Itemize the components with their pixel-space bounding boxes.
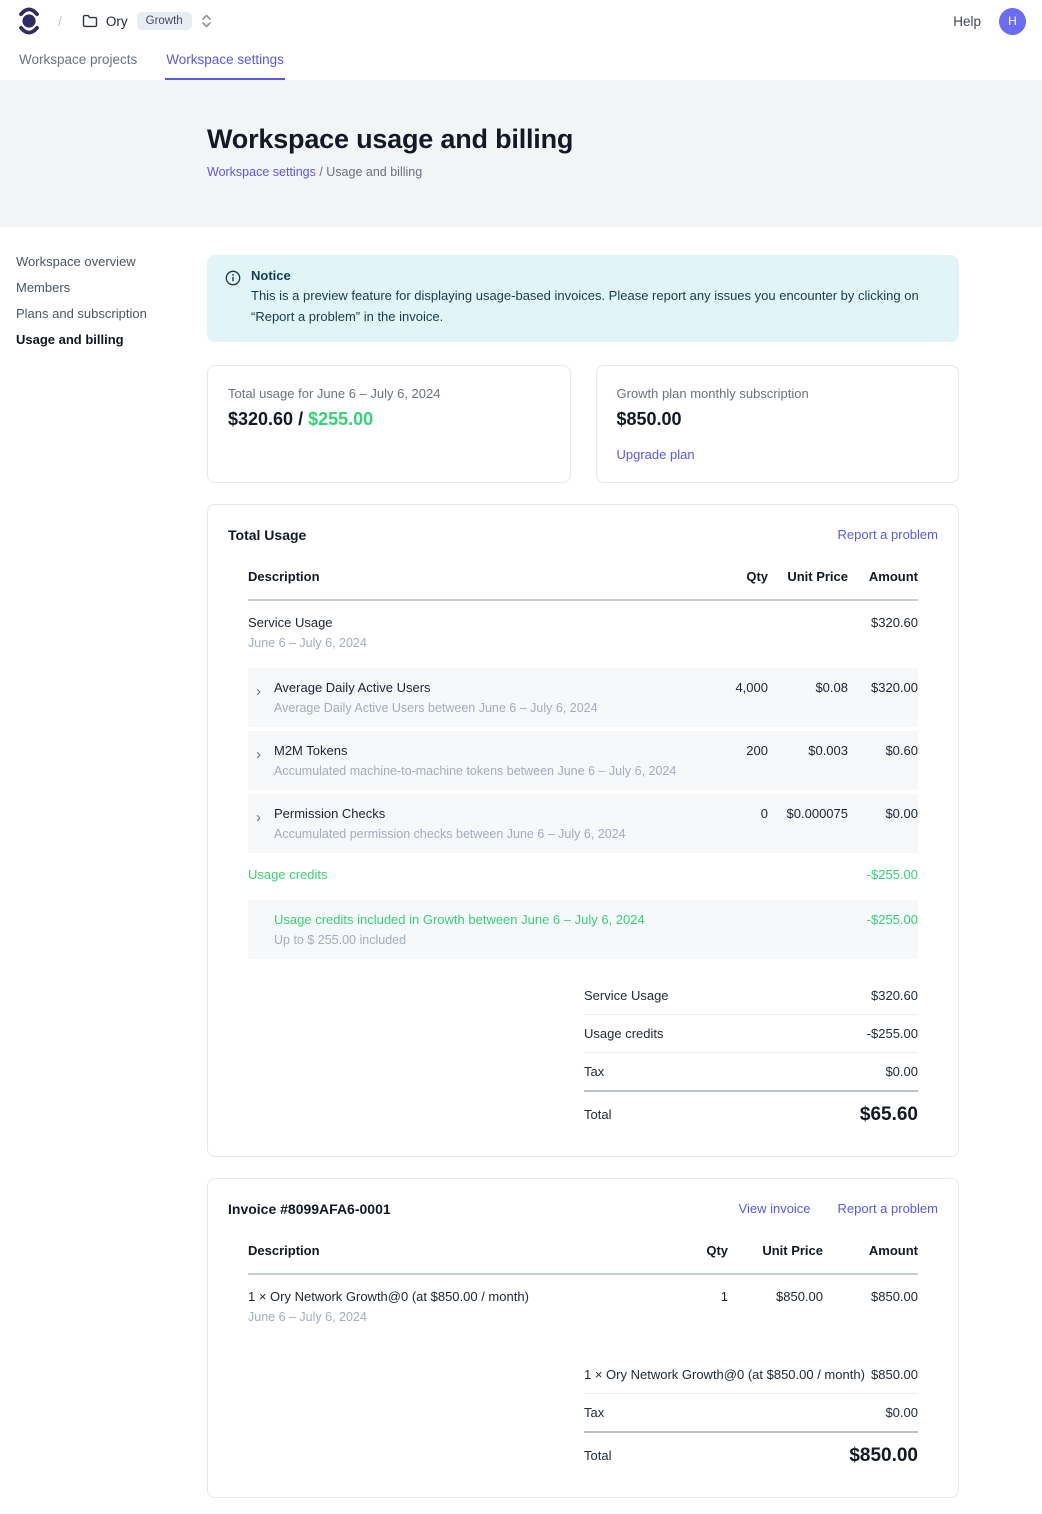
included-credits-amount: $255.00	[308, 409, 373, 429]
notice-title: Notice	[251, 268, 931, 283]
table-row-daily-active-users: › Average Daily Active Users Average Dai…	[248, 668, 918, 727]
workspace-tabs: Workspace projects Workspace settings	[0, 42, 1042, 80]
column-qty: Qty	[678, 569, 768, 584]
invoice-summary: 1 × Ory Network Growth@0 (at $850.00 / m…	[584, 1356, 918, 1471]
summary-row-total: Total$850.00	[584, 1431, 918, 1471]
total-usage-label: Total usage for June 6 – July 6, 2024	[228, 386, 550, 401]
preview-notice: Notice This is a preview feature for dis…	[207, 255, 959, 342]
table-row-usage-credits: Usage credits -$255.00	[248, 853, 918, 896]
table-row-service-usage: Service Usage June 6 – July 6, 2024 $320…	[248, 601, 918, 664]
column-qty: Qty	[658, 1243, 728, 1258]
page-header: Workspace usage and billing Workspace se…	[0, 80, 1042, 227]
breadcrumb: Workspace settings / Usage and billing	[207, 165, 1042, 179]
sidebar-item-plans-and-subscription[interactable]: Plans and subscription	[16, 307, 207, 321]
page-title: Workspace usage and billing	[207, 124, 1042, 155]
column-unit-price: Unit Price	[728, 1243, 823, 1258]
table-row-permission-checks: › Permission Checks Accumulated permissi…	[248, 794, 918, 853]
folder-icon	[82, 14, 98, 28]
column-description: Description	[248, 1243, 658, 1258]
info-icon	[225, 270, 241, 328]
sidebar-item-members[interactable]: Members	[16, 281, 207, 295]
tab-workspace-projects[interactable]: Workspace projects	[18, 44, 138, 80]
table-row-m2m-tokens: › M2M Tokens Accumulated machine-to-mach…	[248, 731, 918, 790]
notice-body: This is a preview feature for displaying…	[251, 286, 931, 328]
breadcrumb-separator: /	[58, 13, 62, 29]
help-link[interactable]: Help	[953, 14, 981, 29]
report-problem-link[interactable]: Report a problem	[838, 1201, 938, 1216]
plan-badge: Growth	[137, 12, 192, 30]
invoice-title: Invoice #8099AFA6-0001	[228, 1201, 739, 1217]
summary-row-tax: Tax$0.00	[584, 1052, 918, 1090]
breadcrumb-separator: /	[316, 165, 326, 179]
chevron-right-icon[interactable]: ›	[256, 750, 268, 760]
subscription-label: Growth plan monthly subscription	[617, 386, 939, 401]
column-description: Description	[248, 569, 678, 584]
report-problem-link[interactable]: Report a problem	[838, 527, 938, 542]
summary-row-plan: 1 × Ory Network Growth@0 (at $850.00 / m…	[584, 1356, 918, 1393]
invoice-card: Invoice #8099AFA6-0001 View invoice Repo…	[207, 1178, 959, 1498]
chevron-right-icon[interactable]: ›	[256, 687, 268, 697]
invoice-table-header: Description Qty Unit Price Amount	[248, 1233, 918, 1275]
column-amount: Amount	[848, 569, 918, 584]
usage-table-header: Description Qty Unit Price Amount	[248, 559, 918, 601]
summary-row-tax: Tax$0.00	[584, 1393, 918, 1431]
total-usage-card: Total usage for June 6 – July 6, 2024 $3…	[207, 365, 571, 483]
table-row-usage-credits-detail: Usage credits included in Growth between…	[248, 900, 918, 959]
view-invoice-link[interactable]: View invoice	[739, 1201, 811, 1216]
chevron-right-icon[interactable]: ›	[256, 813, 268, 823]
subscription-amount: $850.00	[617, 409, 939, 430]
usage-card-title: Total Usage	[228, 527, 838, 543]
summary-row-service-usage: Service Usage$320.60	[584, 977, 918, 1014]
summary-row-usage-credits: Usage credits-$255.00	[584, 1014, 918, 1052]
usage-summary: Service Usage$320.60 Usage credits-$255.…	[584, 977, 918, 1130]
avatar[interactable]: H	[999, 8, 1026, 35]
ory-logo-icon[interactable]	[18, 6, 40, 36]
summary-row-total: Total$65.60	[584, 1090, 918, 1130]
upgrade-plan-link[interactable]: Upgrade plan	[617, 447, 695, 462]
breadcrumb-current: Usage and billing	[326, 165, 422, 179]
tab-workspace-settings[interactable]: Workspace settings	[165, 44, 285, 80]
workspace-name[interactable]: Ory	[106, 14, 128, 29]
subscription-card: Growth plan monthly subscription $850.00…	[596, 365, 960, 483]
sidebar-item-usage-and-billing[interactable]: Usage and billing	[16, 333, 207, 347]
usage-invoice-card: Total Usage Report a problem Description…	[207, 504, 959, 1157]
breadcrumb-workspace-settings-link[interactable]: Workspace settings	[207, 165, 316, 179]
table-row-growth-plan: 1 × Ory Network Growth@0 (at $850.00 / m…	[248, 1275, 918, 1338]
top-bar: / Ory Growth Help H	[0, 0, 1042, 42]
column-unit-price: Unit Price	[768, 569, 848, 584]
settings-sidebar: Workspace overview Members Plans and sub…	[0, 255, 207, 1514]
workspace-switcher-chevrons-icon[interactable]	[201, 13, 212, 29]
total-usage-amount: $320.60 / $255.00	[228, 409, 550, 430]
sidebar-item-workspace-overview[interactable]: Workspace overview	[16, 255, 207, 269]
column-amount: Amount	[823, 1243, 918, 1258]
